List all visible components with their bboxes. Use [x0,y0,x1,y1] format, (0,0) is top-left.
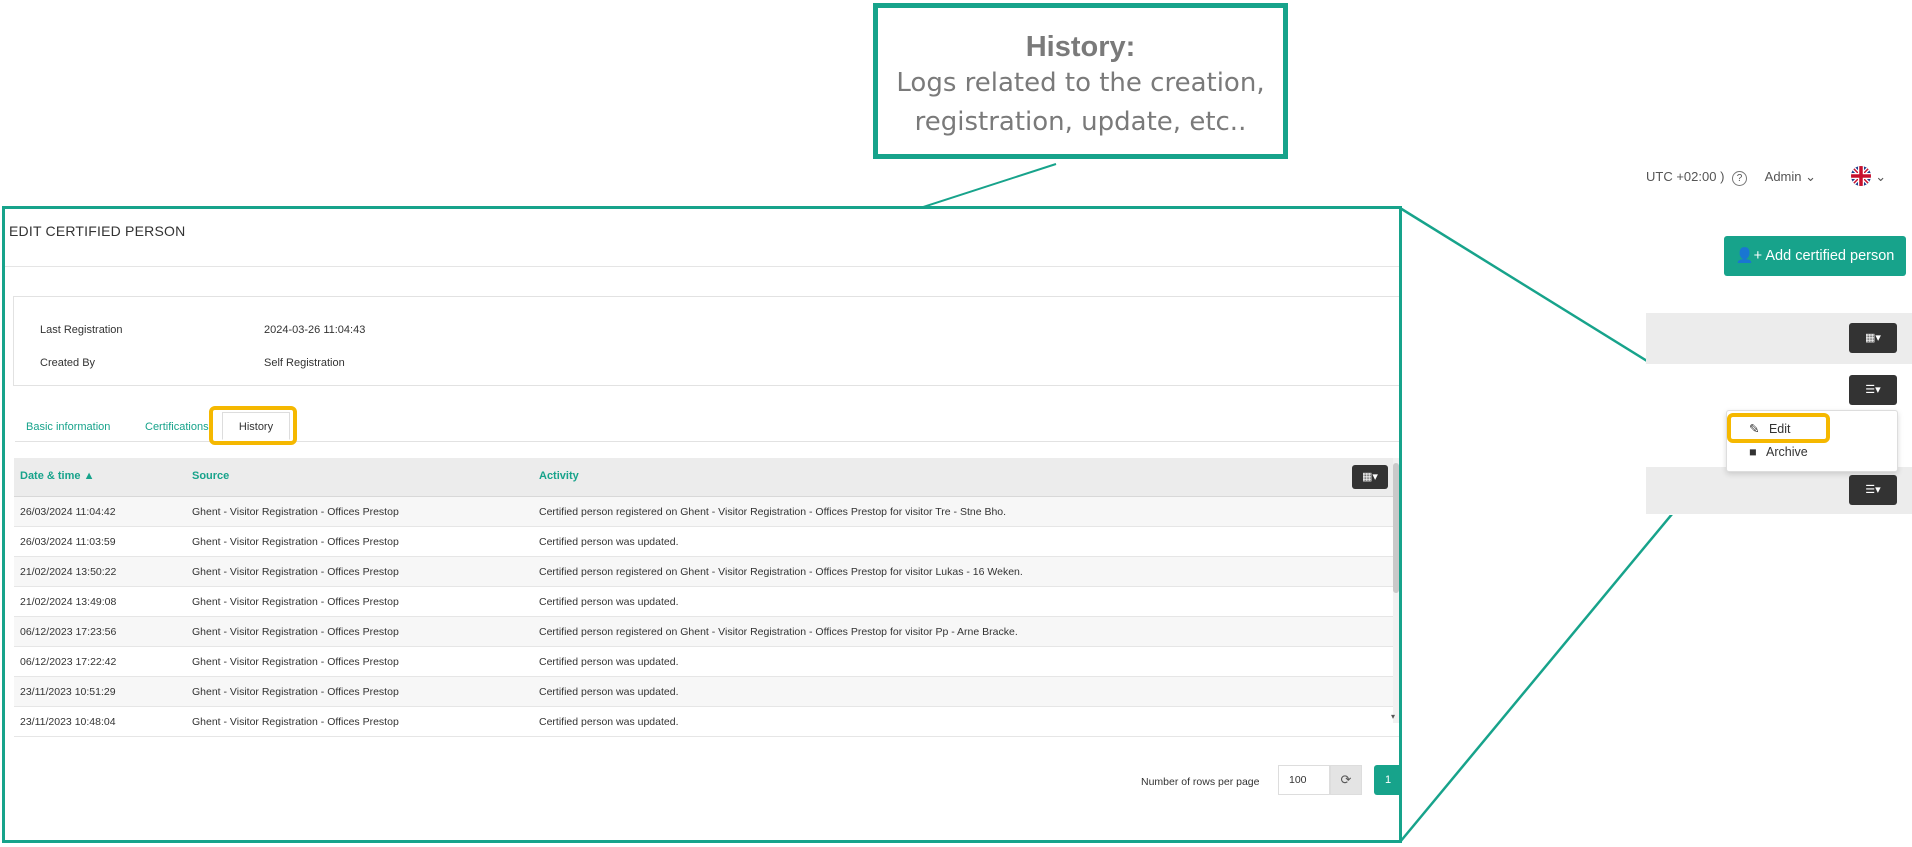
table-row: 23/11/2023 10:48:04 Ghent - Visitor Regis… [14,707,1399,737]
scroll-down-icon[interactable]: ▾ [1391,712,1395,721]
cell-date: 23/11/2023 10:48:04 [20,716,116,728]
history-tab-highlight [209,406,297,445]
cell-activity: Certified person was updated. [539,656,679,668]
row-actions-button[interactable]: ☰▾ [1849,375,1897,405]
edit-highlight [1727,413,1830,443]
topbar: UTC +02:00 ) ? Admin ⌄ ⌄ [1646,165,1886,190]
created-by-value: Self Registration [264,357,345,369]
column-toggle-button[interactable]: ▦▾ [1849,323,1897,353]
help-icon[interactable]: ? [1732,170,1748,186]
add-user-icon: 👤+ [1735,248,1763,264]
col-date-time[interactable]: Date & time ▲ [20,470,94,482]
refresh-icon[interactable]: ⟳ [1330,765,1362,795]
cell-activity: Certified person registered on Ghent - V… [539,626,1018,638]
cell-date: 26/03/2024 11:03:59 [20,536,116,548]
col-source[interactable]: Source [192,470,229,482]
admin-label: Admin [1764,168,1802,184]
scrollbar-thumb[interactable] [1393,463,1399,593]
cell-source: Ghent - Visitor Registration - Offices P… [192,716,399,728]
archive-label: Archive [1766,445,1808,459]
cell-source: Ghent - Visitor Registration - Offices P… [192,656,399,668]
table-row: 21/02/2024 13:50:22 Ghent - Visitor Regis… [14,557,1399,587]
table-row: 23/11/2023 10:51:29 Ghent - Visitor Regis… [14,677,1399,707]
chevron-down-icon: ⌄ [1805,168,1817,184]
timezone-label: UTC +02:00 ) [1646,168,1725,184]
table-row: 06/12/2023 17:23:56 Ghent - Visitor Regis… [14,617,1399,647]
cell-activity: Certified person was updated. [539,536,679,548]
last-registration-label: Last Registration [40,324,123,336]
cell-date: 06/12/2023 17:22:42 [20,656,117,668]
col-activity[interactable]: Activity [539,470,579,482]
page-title: EDIT CERTIFIED PERSON [9,223,186,239]
tab-basic-information[interactable]: Basic information [26,421,110,433]
cell-date: 26/03/2024 11:04:42 [20,506,116,518]
cell-source: Ghent - Visitor Registration - Offices P… [192,536,399,548]
add-certified-person-button[interactable]: 👤+ Add certified person [1724,236,1906,276]
last-registration-value: 2024-03-26 11:04:43 [264,324,366,336]
cell-date: 21/02/2024 13:49:08 [20,596,117,608]
callout-title: History: [1025,31,1136,63]
header-divider [5,266,1399,267]
table-row: 26/03/2024 11:04:42 Ghent - Visitor Regis… [14,497,1399,527]
add-button-label: Add certified person [1765,248,1895,264]
cell-source: Ghent - Visitor Registration - Offices P… [192,686,399,698]
cell-activity: Certified person was updated. [539,716,679,728]
row-actions-button-2[interactable]: ☰▾ [1849,475,1897,505]
rows-per-page-input[interactable]: 100 [1278,765,1330,795]
callout-line-1: Logs related to the creation, [896,68,1265,98]
cell-date: 06/12/2023 17:23:56 [20,626,117,638]
cell-date: 23/11/2023 10:51:29 [20,686,116,698]
tab-certifications[interactable]: Certifications [145,421,209,433]
info-box: Last Registration 2024-03-26 11:04:43 Cr… [13,296,1399,386]
cell-activity: Certified person registered on Ghent - V… [539,566,1023,578]
table-body: 26/03/2024 11:04:42 Ghent - Visitor Regis… [14,497,1399,737]
table-row: 26/03/2024 11:03:59 Ghent - Visitor Regis… [14,527,1399,557]
uk-flag-icon[interactable] [1850,165,1872,190]
rows-per-page-label: Number of rows per page [1141,776,1260,788]
table-header: Date & time ▲ Source Activity ▦▾ [14,458,1399,497]
page-1-button[interactable]: 1 [1374,765,1399,795]
cell-source: Ghent - Visitor Registration - Offices P… [192,596,399,608]
cell-date: 21/02/2024 13:50:22 [20,566,117,578]
cell-source: Ghent - Visitor Registration - Offices P… [192,566,399,578]
cell-source: Ghent - Visitor Registration - Offices P… [192,626,399,638]
cell-activity: Certified person registered on Ghent - V… [539,506,1007,518]
table-row: 21/02/2024 13:49:08 Ghent - Visitor Regis… [14,587,1399,617]
created-by-label: Created By [40,357,96,369]
callout-line-2: registration, update, etc.. [914,107,1247,137]
table-columns-button[interactable]: ▦▾ [1352,465,1388,489]
menu-item-archive[interactable]: ■ Archive [1749,445,1808,459]
archive-icon: ■ [1749,445,1757,459]
flag-chevron-icon: ⌄ [1875,168,1887,184]
history-callout: History: Logs related to the creation, r… [873,3,1288,159]
table-row: 06/12/2023 17:22:42 Ghent - Visitor Regis… [14,647,1399,677]
cell-activity: Certified person was updated. [539,596,679,608]
edit-certified-person-panel: EDIT CERTIFIED PERSON Last Registration … [2,206,1402,843]
history-table: Date & time ▲ Source Activity ▦▾ 26/03/2… [14,458,1399,737]
cell-activity: Certified person was updated. [539,686,679,698]
cell-source: Ghent - Visitor Registration - Offices P… [192,506,399,518]
admin-menu[interactable]: Admin ⌄ [1765,169,1816,184]
